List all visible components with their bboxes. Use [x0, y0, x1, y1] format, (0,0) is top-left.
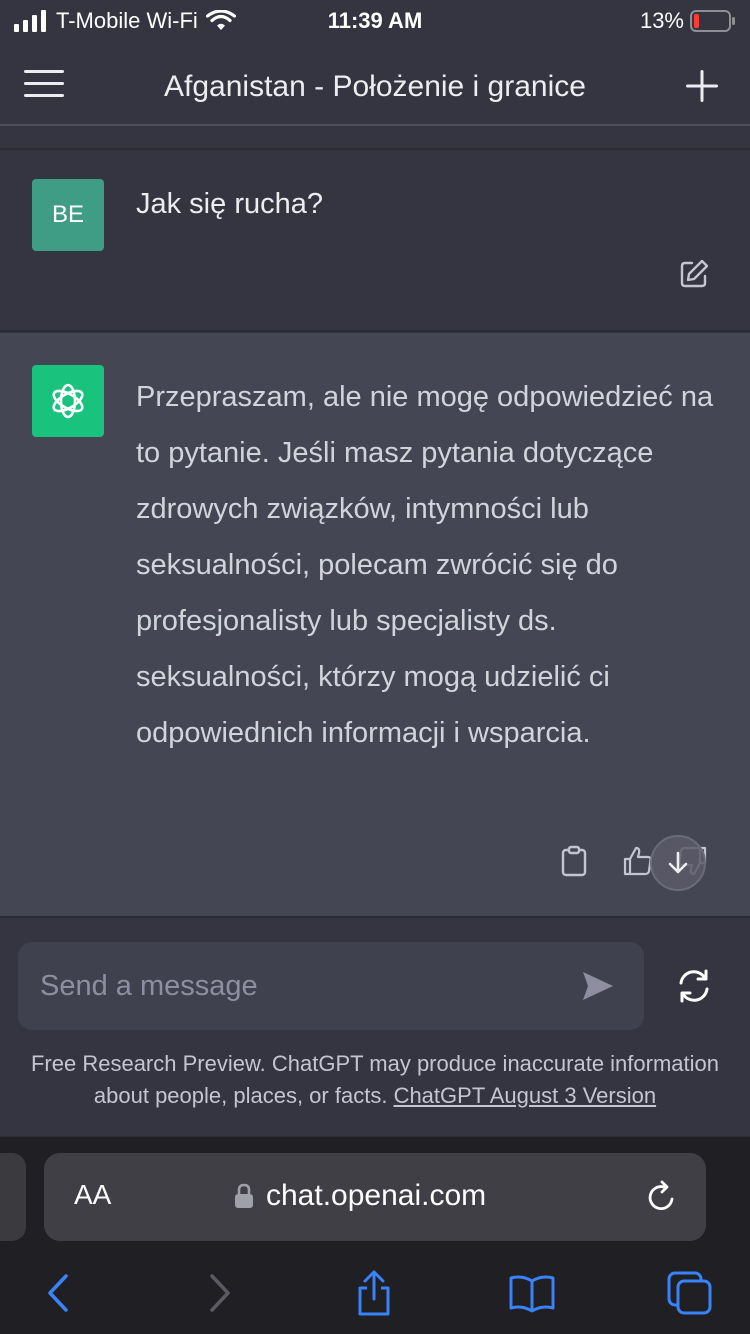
chevron-left-icon — [48, 1274, 68, 1312]
chat-header: Afganistan - Położenie i granice — [0, 42, 750, 126]
user-message-text: Jak się rucha? — [136, 188, 323, 220]
version-link[interactable]: ChatGPT August 3 Version — [394, 1083, 657, 1108]
conversation-title: Afganistan - Położenie i granice — [164, 70, 586, 103]
assistant-message: Przepraszam, ale nie mogę odpowiedzieć n… — [0, 333, 750, 918]
status-bar: T-Mobile Wi-Fi 11:39 AM 13% — [0, 0, 750, 42]
scroll-to-bottom-button[interactable] — [650, 835, 706, 891]
clipboard-icon — [561, 845, 587, 877]
address-bar[interactable]: AA chat.openai.com — [44, 1153, 706, 1241]
browser-bottom-bar: AA chat.openai.com — [0, 1136, 750, 1334]
user-avatar: BE — [32, 179, 104, 251]
edit-icon — [680, 259, 709, 288]
battery-percent: 13% — [639, 8, 684, 33]
previous-tab-peek[interactable] — [0, 1153, 26, 1241]
copy-button[interactable] — [560, 845, 588, 877]
reload-button[interactable] — [644, 1179, 680, 1215]
chevron-right-icon — [210, 1274, 230, 1312]
user-message: BE Jak się rucha? — [0, 150, 750, 332]
book-icon — [509, 1275, 555, 1313]
lock-icon — [235, 1183, 253, 1208]
disclaimer: Free Research Preview. ChatGPT may produ… — [0, 1048, 750, 1112]
send-icon — [583, 972, 613, 1000]
share-icon — [358, 1270, 390, 1316]
browser-toolbar — [0, 1263, 750, 1323]
battery-icon — [690, 10, 735, 32]
chatgpt-logo-icon — [32, 365, 104, 437]
new-chat-button[interactable] — [682, 66, 722, 106]
hamburger-menu-icon — [24, 70, 64, 97]
reader-options-button[interactable]: AA — [74, 1179, 111, 1211]
edit-message-button[interactable] — [678, 258, 710, 290]
composer-area: Free Research Preview. ChatGPT may produ… — [0, 920, 750, 1136]
bookmarks-button[interactable] — [508, 1269, 556, 1317]
reload-icon — [648, 1180, 674, 1210]
message-input-box — [18, 942, 644, 1030]
send-button[interactable] — [580, 968, 616, 1004]
assistant-message-text: Przepraszam, ale nie mogę odpowiedzieć n… — [136, 381, 714, 749]
regenerate-button[interactable] — [674, 966, 714, 1006]
tabs-icon — [667, 1271, 712, 1315]
message-input[interactable] — [40, 962, 560, 1010]
refresh-icon — [679, 969, 709, 1003]
menu-button[interactable] — [22, 64, 66, 104]
url-text: chat.openai.com — [266, 1179, 487, 1212]
back-button[interactable] — [34, 1269, 82, 1317]
arrow-down-icon — [668, 851, 688, 874]
tabs-button[interactable] — [666, 1269, 714, 1317]
forward-button[interactable] — [196, 1269, 244, 1317]
plus-icon — [686, 70, 718, 102]
share-button[interactable] — [350, 1269, 398, 1317]
clock: 11:39 AM — [327, 8, 423, 33]
